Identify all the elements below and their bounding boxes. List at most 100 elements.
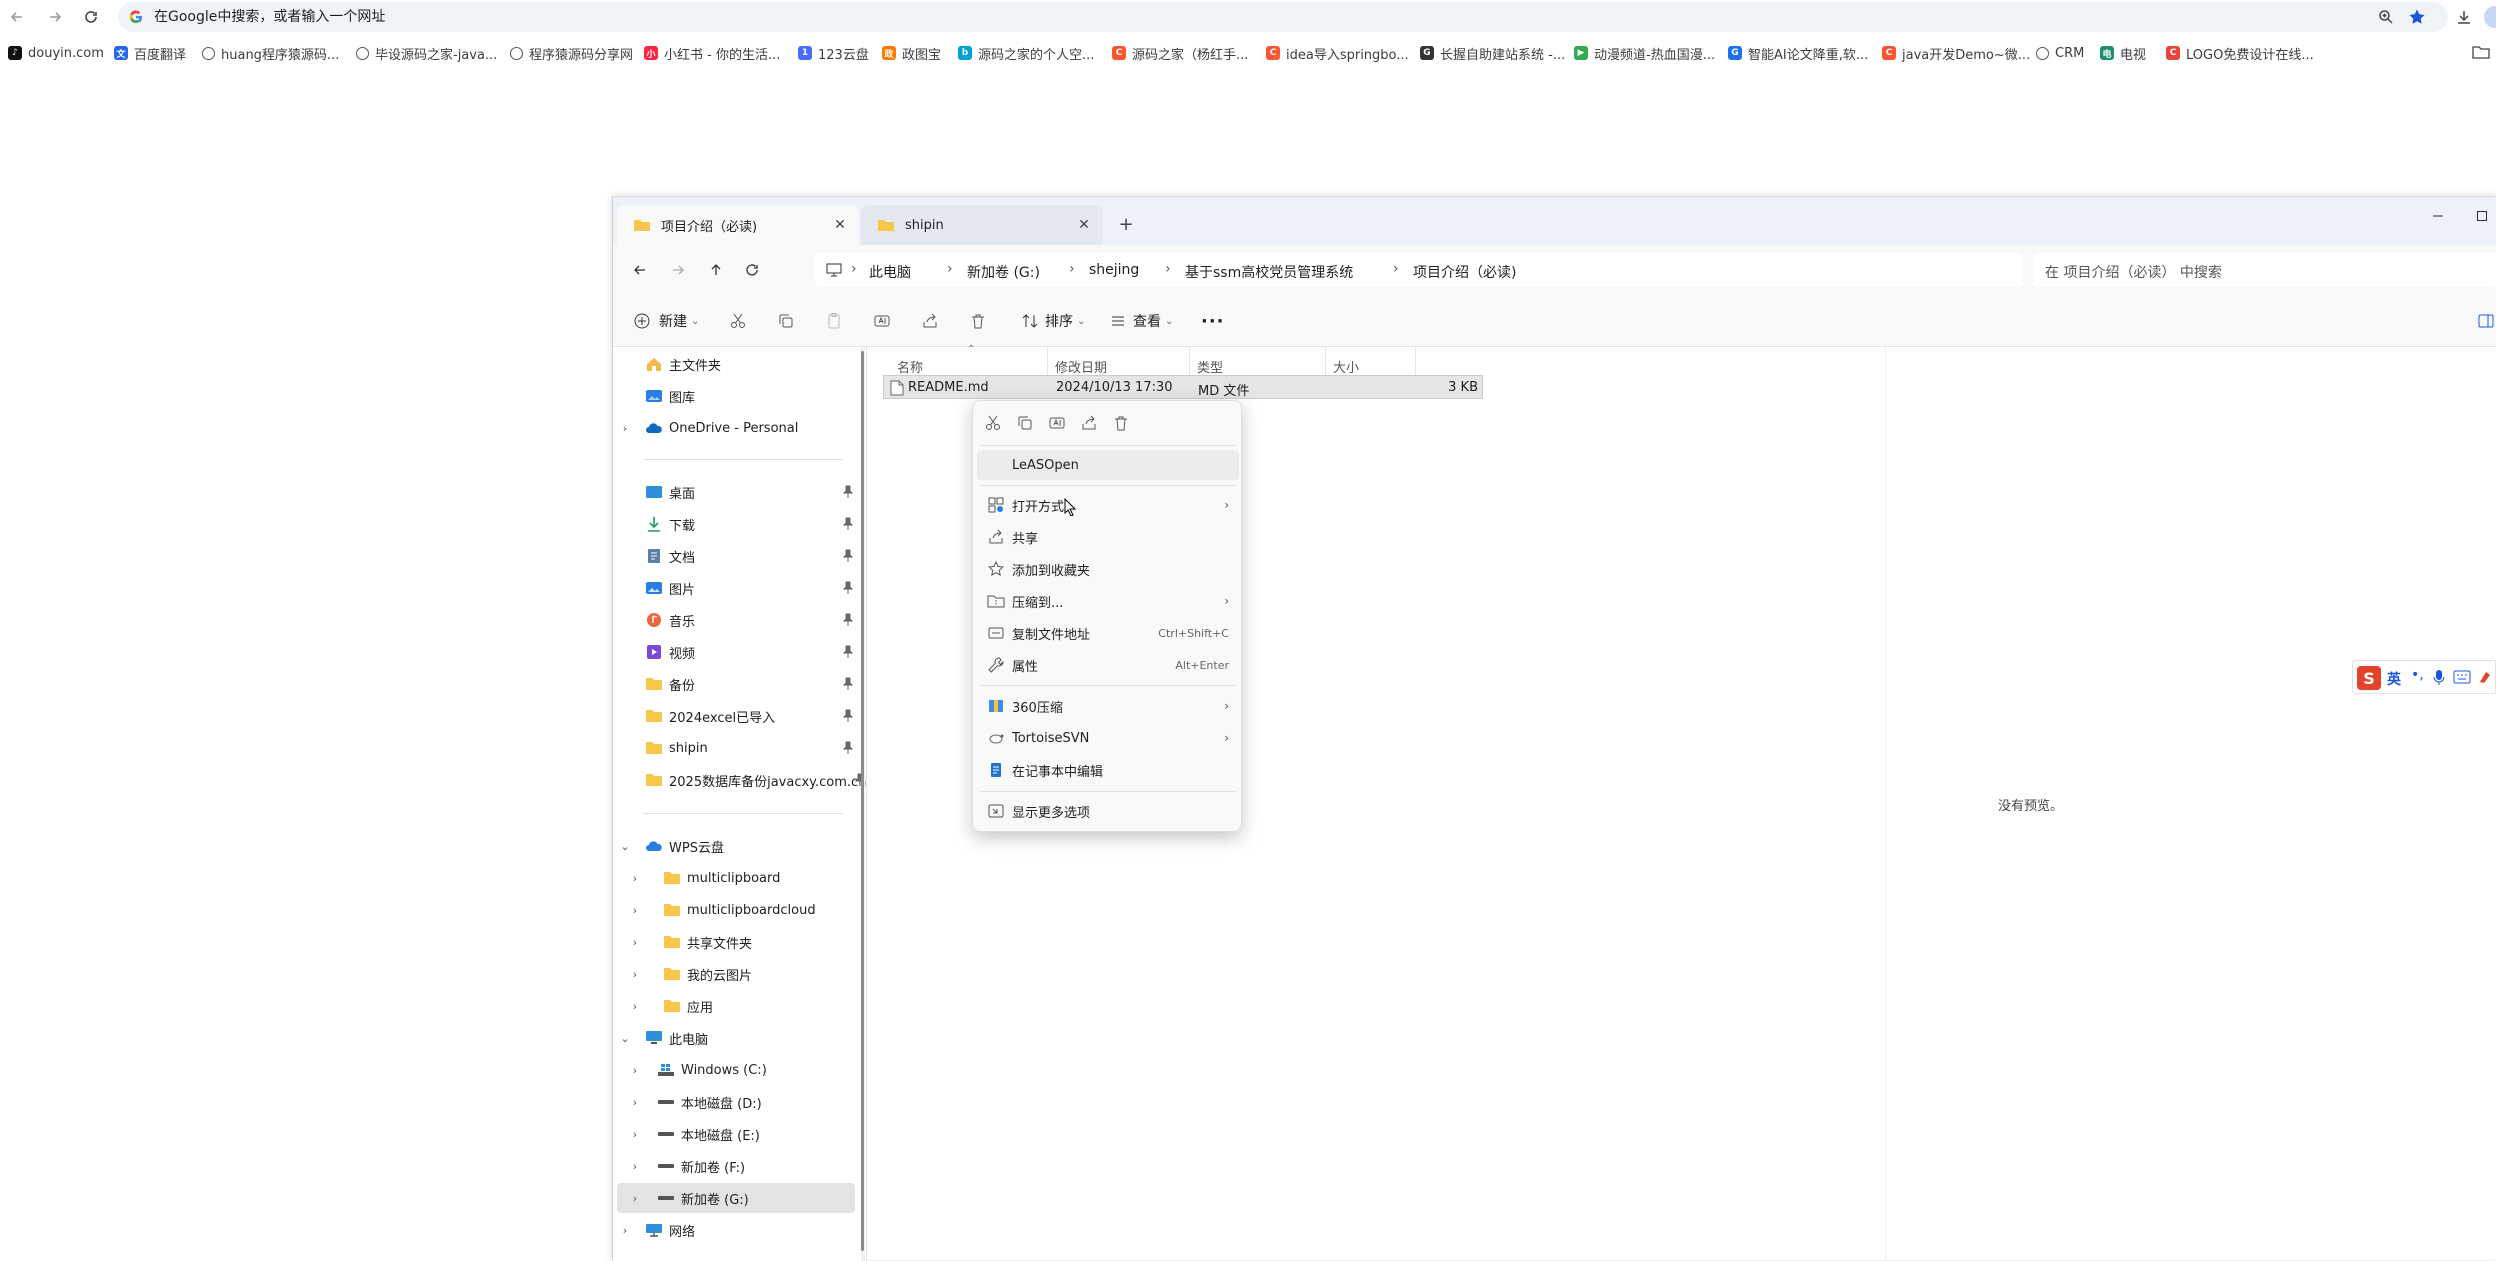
- bookmark-item[interactable]: C LOGO免费设计在线...: [2166, 44, 2314, 63]
- menu-item-leasopen[interactable]: LeASOpen: [977, 450, 1239, 480]
- bookmark-item[interactable]: G 长握自助建站系统 -...: [1420, 44, 1565, 63]
- minimize-button[interactable]: [2425, 203, 2451, 229]
- paste-button[interactable]: [825, 309, 843, 333]
- refresh-button[interactable]: [739, 257, 765, 283]
- nav-wps-multiclipboardcloud[interactable]: › multiclipboardcloud: [617, 895, 855, 925]
- chevron-right-icon[interactable]: ›: [629, 1128, 641, 1141]
- close-tab-button[interactable]: ✕: [1075, 216, 1093, 234]
- menu-item-compress[interactable]: 压缩到... ›: [973, 586, 1243, 616]
- nav-drive-f[interactable]: › 新加卷 (F:): [617, 1151, 855, 1181]
- chevron-right-icon[interactable]: ›: [629, 1064, 641, 1077]
- nav-quick-backup[interactable]: 备份: [617, 669, 855, 699]
- nav-this-pc[interactable]: ⌄ 此电脑: [617, 1023, 855, 1053]
- column-separator[interactable]: [1415, 347, 1416, 377]
- more-options-icon[interactable]: ···: [1201, 309, 1225, 333]
- delete-button[interactable]: [969, 309, 987, 333]
- breadcrumb-item[interactable]: 新加卷 (G:): [967, 262, 1040, 282]
- nav-quick-videos[interactable]: 视频: [617, 637, 855, 667]
- new-tab-button[interactable]: +: [1113, 211, 1139, 237]
- chevron-right-icon[interactable]: ›: [629, 1160, 641, 1173]
- nav-wps-cloud-images[interactable]: › 我的云图片: [617, 959, 855, 989]
- column-separator[interactable]: [1047, 347, 1048, 377]
- bookmark-item[interactable]: 小小红书 - 你的生活...: [644, 44, 780, 63]
- back-button[interactable]: [4, 4, 30, 30]
- nav-drive-e[interactable]: › 本地磁盘 (E:): [617, 1119, 855, 1149]
- menu-item-tortoisesvn[interactable]: TortoiseSVN ›: [973, 723, 1243, 753]
- chevron-right-icon[interactable]: ›: [619, 422, 631, 435]
- column-separator[interactable]: [1325, 347, 1326, 377]
- chevron-right-icon[interactable]: ›: [629, 904, 641, 917]
- ime-mode[interactable]: 英: [2387, 669, 2401, 689]
- copy-button[interactable]: [777, 309, 795, 333]
- reload-button[interactable]: [78, 4, 104, 30]
- menu-item-copy-path[interactable]: 复制文件地址 Ctrl+Shift+C: [973, 618, 1243, 648]
- tab-project-intro[interactable]: 项目介绍（必读) ✕: [617, 205, 859, 245]
- new-button[interactable]: 新建 ⌄: [633, 309, 699, 333]
- nav-onedrive[interactable]: › OneDrive - Personal: [617, 413, 855, 443]
- bookmark-star-icon[interactable]: [2408, 8, 2426, 26]
- breadcrumb[interactable]: › 此电脑 › 新加卷 (G:) › shejing › 基于ssm高校党员管理…: [815, 253, 2023, 287]
- share-button[interactable]: [921, 309, 939, 333]
- bookmark-item[interactable]: 程序猿源码分享网: [510, 44, 633, 63]
- view-button[interactable]: 查看 ⌄: [1109, 309, 1173, 333]
- bookmark-item[interactable]: 1 123云盘: [798, 44, 869, 63]
- bookmark-item[interactable]: CRM: [2036, 44, 2084, 62]
- nav-wps-apps[interactable]: › 应用: [617, 991, 855, 1021]
- column-separator[interactable]: [1189, 347, 1190, 377]
- nav-quick-desktop[interactable]: 桌面: [617, 477, 855, 507]
- nav-quick-excel[interactable]: 2024excel已导入: [617, 701, 855, 731]
- back-button[interactable]: [627, 257, 653, 283]
- search-input[interactable]: 在 项目介绍（必读） 中搜索: [2033, 253, 2496, 287]
- rename-button[interactable]: [873, 309, 891, 333]
- skin-icon[interactable]: [2477, 669, 2493, 685]
- nav-drive-g[interactable]: › 新加卷 (G:): [617, 1183, 855, 1213]
- bookmark-item[interactable]: ♪ douyin.com: [8, 44, 104, 62]
- delete-menu-button[interactable]: [1109, 411, 1133, 435]
- menu-item-properties[interactable]: 属性 Alt+Enter: [973, 650, 1243, 680]
- up-button[interactable]: [703, 257, 729, 283]
- chevron-right-icon[interactable]: ›: [619, 1224, 631, 1237]
- rename-menu-button[interactable]: [1045, 411, 1069, 435]
- share-menu-button[interactable]: [1077, 411, 1101, 435]
- bookmark-item[interactable]: 毕设源码之家-java...: [356, 44, 497, 63]
- nav-gallery[interactable]: 图库: [617, 381, 855, 411]
- nav-scrollbar[interactable]: [861, 347, 865, 1261]
- nav-drive-c[interactable]: › Windows (C:): [617, 1055, 855, 1085]
- nav-quick-documents[interactable]: 文档: [617, 541, 855, 571]
- forward-button[interactable]: [665, 257, 691, 283]
- chevron-down-icon[interactable]: ⌄: [619, 1032, 631, 1045]
- bookmark-item[interactable]: 政政图宝: [882, 44, 941, 63]
- bookmark-item[interactable]: ▶ 动漫频道-热血国漫...: [1574, 44, 1715, 63]
- omnibox[interactable]: [118, 2, 2448, 32]
- nav-drive-d[interactable]: › 本地磁盘 (D:): [617, 1087, 855, 1117]
- column-size[interactable]: 大小: [1333, 357, 1359, 376]
- breadcrumb-item[interactable]: shejing: [1089, 262, 1139, 278]
- column-type[interactable]: 类型: [1197, 357, 1223, 376]
- menu-item-open-with[interactable]: 打开方式 ›: [973, 490, 1243, 520]
- details-pane-button[interactable]: [2477, 309, 2495, 333]
- breadcrumb-item[interactable]: 此电脑: [869, 262, 911, 282]
- bookmark-item[interactable]: 电电视: [2100, 44, 2146, 63]
- microphone-icon[interactable]: [2433, 669, 2445, 687]
- keyboard-icon[interactable]: [2453, 670, 2471, 684]
- column-name[interactable]: 名称: [897, 357, 923, 376]
- table-row[interactable]: README.md 2024/10/13 17:30 MD 文件 3 KB: [883, 375, 1483, 399]
- chevron-right-icon[interactable]: ›: [629, 968, 641, 981]
- download-icon[interactable]: [2452, 5, 2476, 29]
- chevron-right-icon[interactable]: ›: [629, 872, 641, 885]
- bookmark-item[interactable]: 文百度翻译: [114, 44, 186, 63]
- copy-menu-button[interactable]: [1013, 411, 1037, 435]
- nav-quick-music[interactable]: 音乐: [617, 605, 855, 635]
- bookmark-item[interactable]: huang程序猿源码...: [202, 44, 339, 63]
- sogou-ime-icon[interactable]: S: [2357, 666, 2381, 690]
- nav-wps-shared[interactable]: › 共享文件夹: [617, 927, 855, 957]
- sort-button[interactable]: 排序 ⌄: [1021, 309, 1085, 333]
- menu-item-show-more[interactable]: 显示更多选项: [973, 796, 1243, 826]
- close-tab-button[interactable]: ✕: [831, 216, 849, 234]
- cut-menu-button[interactable]: [981, 411, 1005, 435]
- bookmark-item[interactable]: b 源码之家的个人空...: [958, 44, 1094, 63]
- bookmark-item[interactable]: Cjava开发Demo~微...: [1882, 44, 2030, 63]
- column-modified[interactable]: 修改日期: [1055, 357, 1107, 376]
- menu-item-share[interactable]: 共享: [973, 522, 1243, 552]
- breadcrumb-item[interactable]: 项目介绍（必读): [1413, 262, 1516, 282]
